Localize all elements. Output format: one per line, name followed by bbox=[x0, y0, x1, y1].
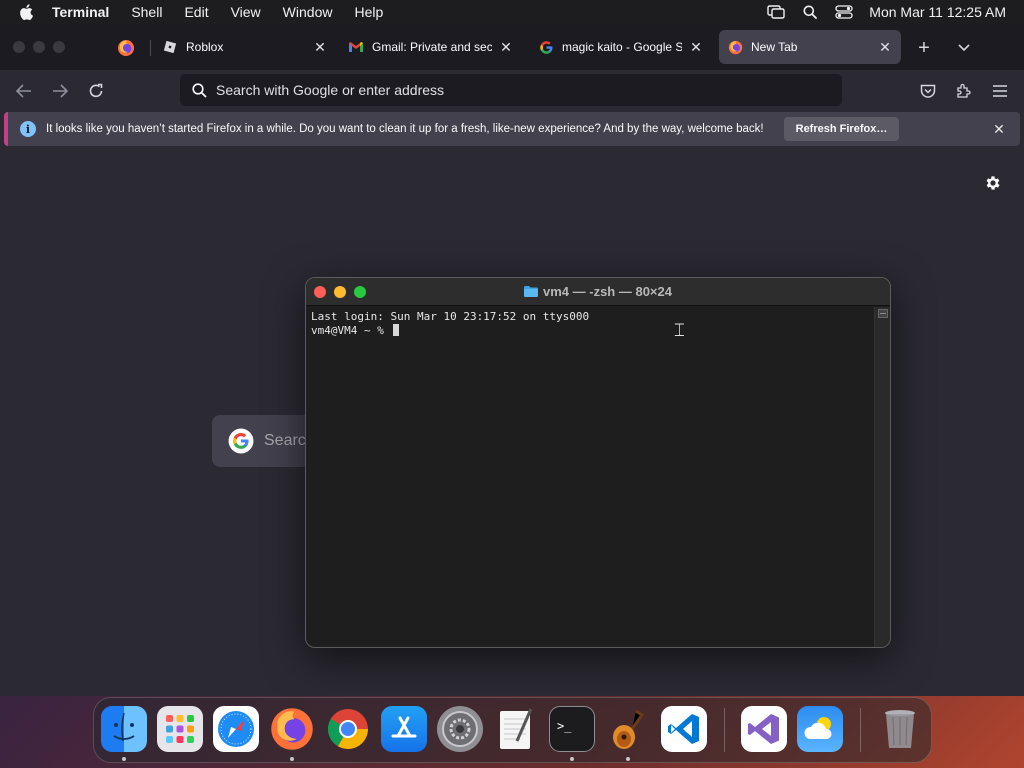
dock-chrome-icon[interactable] bbox=[325, 706, 371, 752]
terminal-title: vm4 — -zsh — 80×24 bbox=[524, 284, 672, 299]
svg-text:>_: >_ bbox=[557, 719, 572, 733]
pocket-icon[interactable] bbox=[915, 78, 941, 104]
list-all-tabs-chevron-down-icon[interactable] bbox=[952, 36, 976, 60]
terminal-window[interactable]: vm4 — -zsh — 80×24 Last login: Sun Mar 1… bbox=[305, 277, 891, 648]
tab-title: Gmail: Private and secure bbox=[372, 40, 492, 54]
menu-help[interactable]: Help bbox=[343, 0, 394, 24]
terminal-prompt: vm4@VM4 ~ % bbox=[311, 324, 391, 337]
terminal-zoom-button[interactable] bbox=[354, 286, 366, 298]
dock-launchpad-icon[interactable] bbox=[157, 706, 203, 752]
tab-title: New Tab bbox=[751, 40, 798, 54]
dock-textedit-icon[interactable] bbox=[493, 706, 539, 752]
terminal-window-controls bbox=[314, 286, 366, 298]
forward-arrow-icon[interactable] bbox=[47, 78, 73, 104]
menu-view[interactable]: View bbox=[220, 0, 272, 24]
dock-visual-studio-icon[interactable] bbox=[741, 706, 787, 752]
tab-close-icon[interactable]: ✕ bbox=[312, 39, 328, 55]
menu-app-terminal[interactable]: Terminal bbox=[52, 0, 120, 24]
menu-bar: Terminal Shell Edit View Window Help Mon… bbox=[0, 0, 1024, 24]
dock-firefox-icon[interactable] bbox=[269, 706, 315, 752]
menu-window[interactable]: Window bbox=[272, 0, 344, 24]
notification-message: It looks like you haven’t started Firefo… bbox=[46, 123, 764, 135]
firefox-minimize-button[interactable] bbox=[33, 41, 45, 53]
control-center-icon[interactable] bbox=[833, 0, 855, 24]
tab-close-icon[interactable]: ✕ bbox=[688, 39, 704, 55]
tab-close-icon[interactable]: ✕ bbox=[498, 39, 514, 55]
menubar-clock[interactable]: Mon Mar 11 12:25 AM bbox=[869, 4, 1006, 20]
dock-finder-icon[interactable] bbox=[101, 706, 147, 752]
gear-icon[interactable] bbox=[982, 172, 1004, 194]
apple-menu-icon[interactable] bbox=[0, 4, 52, 20]
running-indicator bbox=[122, 757, 126, 761]
refresh-firefox-button[interactable]: Refresh Firefox… bbox=[783, 117, 900, 141]
terminal-title-text: vm4 — -zsh — 80×24 bbox=[543, 284, 672, 299]
navigation-toolbar bbox=[0, 70, 1024, 112]
address-bar[interactable] bbox=[180, 74, 842, 106]
hamburger-menu-icon[interactable] bbox=[987, 78, 1013, 104]
terminal-scrollbar[interactable] bbox=[874, 307, 890, 647]
scroll-grip-icon bbox=[878, 309, 888, 318]
tab-title: Roblox bbox=[186, 40, 224, 54]
dock-safari-icon[interactable] bbox=[213, 706, 259, 752]
google-icon bbox=[538, 39, 554, 55]
dock-separator bbox=[724, 708, 725, 752]
new-tab-plus-icon[interactable]: + bbox=[912, 36, 936, 60]
tab-title: magic kaito - Google Search bbox=[562, 40, 682, 54]
tab-close-icon[interactable]: ✕ bbox=[877, 39, 893, 55]
tab-gmail[interactable]: Gmail: Private and secure ✕ bbox=[340, 30, 522, 64]
dock-system-settings-icon[interactable] bbox=[437, 706, 483, 752]
tab-google-search[interactable]: magic kaito - Google Search ✕ bbox=[530, 30, 712, 64]
dock-garageband-icon[interactable] bbox=[605, 706, 651, 752]
refresh-firefox-notification: i It looks like you haven’t started Fire… bbox=[4, 112, 1020, 146]
dock-trash-icon[interactable] bbox=[877, 706, 923, 752]
menu-edit[interactable]: Edit bbox=[173, 0, 219, 24]
dock-vscode-icon[interactable] bbox=[661, 706, 707, 752]
running-indicator bbox=[290, 757, 294, 761]
tab-strip: Roblox ✕ Gmail: Private and secure ✕ mag… bbox=[0, 24, 1024, 70]
close-notification-icon[interactable]: ✕ bbox=[990, 120, 1008, 138]
firefox-window-controls bbox=[13, 41, 65, 53]
address-input[interactable] bbox=[216, 82, 842, 98]
dock-weather-icon[interactable] bbox=[797, 706, 843, 752]
firefox-icon bbox=[118, 40, 134, 56]
dock-separator bbox=[860, 708, 861, 752]
google-icon bbox=[228, 428, 254, 454]
firefox-zoom-button[interactable] bbox=[53, 41, 65, 53]
ibeam-cursor-icon: ⌶ bbox=[674, 320, 685, 341]
tab-separator bbox=[150, 40, 151, 56]
info-icon: i bbox=[20, 121, 36, 137]
folder-icon bbox=[524, 286, 538, 297]
running-indicator bbox=[626, 757, 630, 761]
terminal-minimize-button[interactable] bbox=[334, 286, 346, 298]
back-arrow-icon[interactable] bbox=[11, 78, 37, 104]
terminal-cursor bbox=[393, 324, 400, 336]
terminal-line: Last login: Sun Mar 10 23:17:52 on ttys0… bbox=[311, 310, 590, 323]
firefox-close-button[interactable] bbox=[13, 41, 25, 53]
roblox-icon bbox=[162, 39, 178, 55]
screen-mirroring-icon[interactable] bbox=[765, 0, 787, 24]
menu-shell[interactable]: Shell bbox=[120, 0, 173, 24]
reload-icon[interactable] bbox=[83, 78, 109, 104]
terminal-output[interactable]: Last login: Sun Mar 10 23:17:52 on ttys0… bbox=[306, 307, 876, 647]
search-icon bbox=[190, 81, 208, 99]
terminal-title-bar[interactable]: vm4 — -zsh — 80×24 bbox=[306, 278, 890, 306]
dock-app-store-icon[interactable] bbox=[381, 706, 427, 752]
gmail-icon bbox=[348, 39, 364, 55]
extensions-puzzle-icon[interactable] bbox=[951, 78, 977, 104]
dock-terminal-icon[interactable]: >_ bbox=[549, 706, 595, 752]
terminal-close-button[interactable] bbox=[314, 286, 326, 298]
tab-roblox[interactable]: Roblox ✕ bbox=[154, 30, 336, 64]
dock: >_ bbox=[93, 697, 932, 763]
tab-new-tab[interactable]: New Tab ✕ bbox=[719, 30, 901, 64]
running-indicator bbox=[570, 757, 574, 761]
spotlight-search-icon[interactable] bbox=[799, 0, 821, 24]
terminal-prompt-line: vm4@VM4 ~ % bbox=[311, 324, 871, 338]
firefox-icon bbox=[727, 39, 743, 55]
pinned-tab-firefox[interactable] bbox=[104, 32, 148, 64]
